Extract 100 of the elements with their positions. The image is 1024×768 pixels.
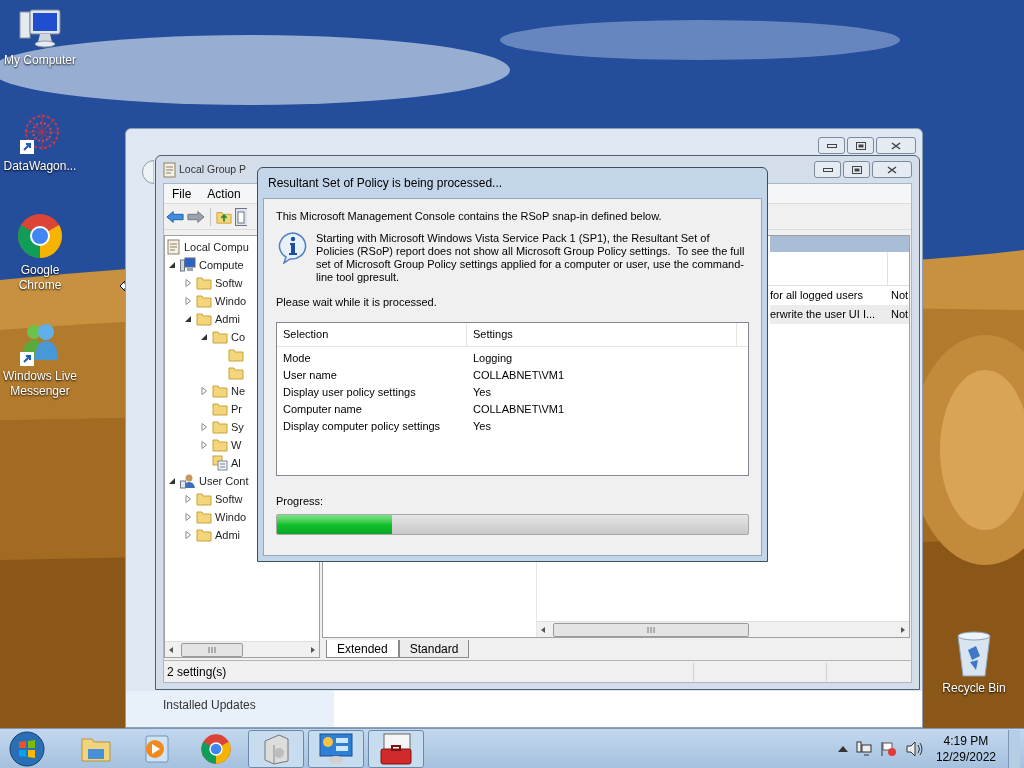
tree-item[interactable]: Pr <box>199 400 242 418</box>
start-button[interactable] <box>8 729 46 768</box>
folder-icon <box>212 384 228 398</box>
expanded-arrow-icon[interactable] <box>184 315 192 323</box>
tree-item[interactable]: Sy <box>199 418 244 436</box>
tree-item[interactable]: Al <box>199 454 241 472</box>
maximize-icon <box>851 165 862 174</box>
table-cell-text: Display computer policy settings <box>282 419 442 435</box>
computer-icon <box>180 257 196 273</box>
progress-label: Progress: <box>276 494 325 509</box>
back-arrow-icon[interactable] <box>166 209 184 224</box>
expanded-arrow-icon[interactable] <box>168 261 176 269</box>
taskbar-button[interactable] <box>368 729 424 768</box>
expanded-arrow-icon[interactable] <box>200 333 208 341</box>
column-header[interactable]: Selection <box>277 323 467 346</box>
scroll-thumb[interactable] <box>553 622 749 637</box>
view-tab[interactable]: Extended <box>326 640 399 658</box>
clock-time: 4:19 PM <box>943 732 989 749</box>
collapsed-arrow-icon[interactable] <box>184 513 192 521</box>
show-hidden-icons-icon[interactable] <box>837 745 848 752</box>
maximize-button[interactable] <box>847 137 874 154</box>
chrome-icon <box>16 212 64 260</box>
collapsed-arrow-icon[interactable] <box>184 279 192 287</box>
table-cell-text: Yes <box>472 385 491 401</box>
collapsed-arrow-icon[interactable] <box>200 423 208 431</box>
minimize-button[interactable] <box>814 161 841 178</box>
close-icon <box>887 165 897 174</box>
notice-text: Starting with Microsoft Windows Vista Service Pack 1 (SP1), the Resultant Set of Policies (RSoP) report does not show all Microsoft Group Policy settings. To see the full set of Microsoft Group Policy settings applied for a computer or user, use the command-line tool gpresult. <box>316 231 746 284</box>
flag-error-icon[interactable] <box>879 740 898 757</box>
starburst-icon <box>18 112 62 156</box>
maximize-icon <box>855 141 866 150</box>
recycle-bin-icon <box>956 630 992 678</box>
network-icon[interactable] <box>855 740 872 757</box>
collapsed-arrow-icon[interactable] <box>184 297 192 305</box>
close-icon <box>891 141 901 150</box>
folder-icon <box>196 510 212 524</box>
scrollbar[interactable] <box>165 641 319 657</box>
menu-item[interactable]: File <box>164 184 200 203</box>
taskbar-button[interactable] <box>308 729 364 768</box>
collapsed-arrow-icon[interactable] <box>200 387 208 395</box>
tree-item[interactable]: Softw <box>183 274 243 292</box>
forward-arrow-icon[interactable] <box>187 209 205 224</box>
desktop-icon-label[interactable]: Windows Live Messenger <box>0 369 80 399</box>
tree-item[interactable]: Admi <box>183 310 241 328</box>
tree-item[interactable]: Softw <box>183 490 243 508</box>
dialog-title: Resultant Set of Policy is being processed... <box>268 175 503 192</box>
folder-icon <box>212 438 228 452</box>
clock[interactable]: 4:19 PM 12/29/2022 <box>931 732 1000 765</box>
scroll-thumb[interactable] <box>181 642 243 657</box>
desktop-icon-label[interactable]: Google Chrome <box>0 263 80 293</box>
play-icon <box>143 734 169 763</box>
info-icon <box>278 231 308 264</box>
document-icon <box>167 239 181 255</box>
scroll-right-icon[interactable] <box>309 645 317 654</box>
speaker-icon[interactable] <box>905 740 924 757</box>
sidebar-link[interactable]: Installed Updates <box>163 698 256 712</box>
clock-date: 12/29/2022 <box>935 748 996 765</box>
collapsed-arrow-icon[interactable] <box>184 531 192 539</box>
close-button[interactable] <box>876 137 916 154</box>
tree-item[interactable]: Local Compu <box>167 238 249 256</box>
folder-icon <box>212 330 228 344</box>
scroll-left-icon[interactable] <box>167 645 175 654</box>
pane-view-icon[interactable] <box>235 207 247 226</box>
minimize-icon <box>822 167 833 172</box>
tree-item[interactable]: User Cont <box>167 472 249 490</box>
minimize-button[interactable] <box>818 137 845 154</box>
scrollbar[interactable] <box>537 621 909 637</box>
window-title: Local Group P <box>179 161 247 177</box>
maximize-button[interactable] <box>843 161 870 178</box>
computer-icon <box>18 8 62 50</box>
tree-item[interactable]: Compute <box>167 256 244 274</box>
desktop-icon-label[interactable]: DataWagon... <box>3 159 77 174</box>
tree-item[interactable]: Windo <box>183 292 247 310</box>
list-row[interactable]: erwrite the user UI I... Not <box>770 305 909 324</box>
expanded-arrow-icon[interactable] <box>168 477 176 485</box>
collapsed-arrow-icon[interactable] <box>184 495 192 503</box>
document-icon <box>163 161 177 178</box>
close-button[interactable] <box>872 161 912 178</box>
folder-icon <box>196 312 212 326</box>
setting-state: Not <box>890 288 909 304</box>
tree-item[interactable]: W <box>199 436 242 454</box>
tree-item[interactable]: Admi <box>183 526 241 544</box>
tree-item[interactable]: Ne <box>199 382 246 400</box>
desktop-icon-label[interactable]: Recycle Bin <box>942 681 1006 696</box>
scroll-left-icon[interactable] <box>539 625 547 634</box>
installer-box-icon <box>261 732 291 765</box>
folder-icon <box>228 366 244 380</box>
tree-item[interactable]: Co <box>199 328 246 346</box>
tree-item[interactable]: Windo <box>183 508 247 526</box>
table-cell-text: Mode <box>282 351 312 367</box>
menu-item[interactable]: Action <box>199 184 249 203</box>
column-header[interactable]: Settings <box>467 323 737 346</box>
table-cell-text: COLLABNET\VM1 <box>472 402 565 418</box>
view-tab[interactable]: Standard <box>398 640 470 658</box>
collapsed-arrow-icon[interactable] <box>200 441 208 449</box>
user-icon <box>180 473 196 489</box>
scroll-right-icon[interactable] <box>899 625 907 634</box>
status-text: 2 setting(s) <box>166 663 228 681</box>
intro-text: This Microsoft Management Console contains the RSoP snap-in defined below. <box>276 209 663 224</box>
settings-list-icon <box>212 455 228 471</box>
